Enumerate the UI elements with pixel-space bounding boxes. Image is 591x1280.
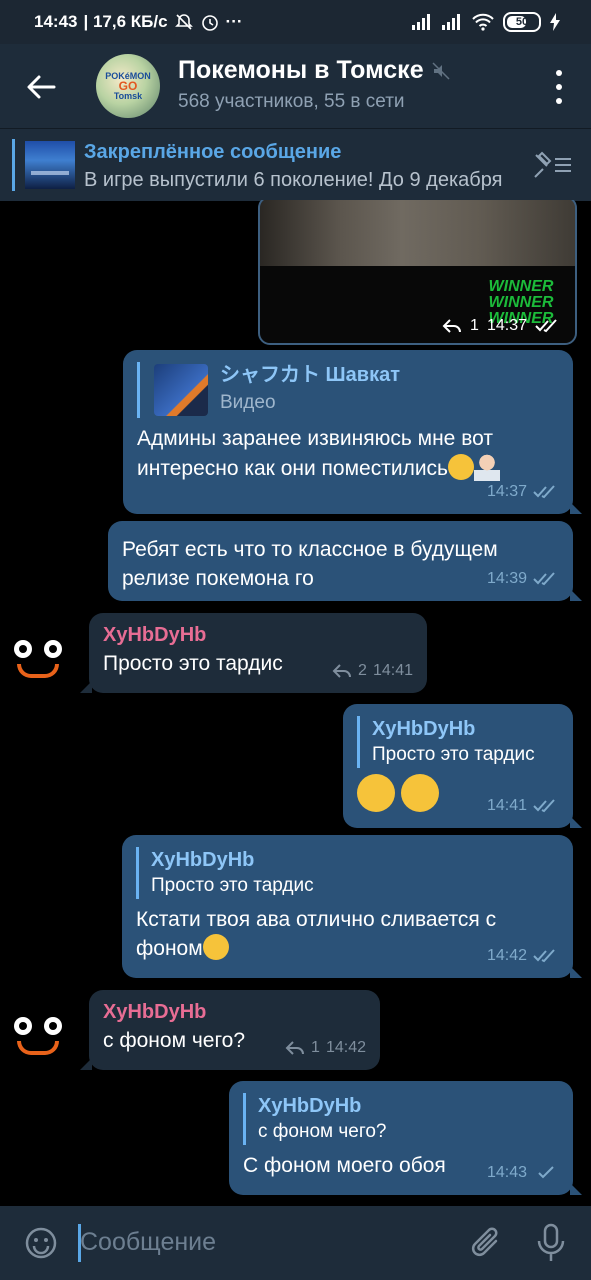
wifi-icon <box>472 13 494 31</box>
reply-preview[interactable]: シャフカト Шавкат Видео <box>137 362 559 418</box>
reply-icon <box>442 319 462 333</box>
group-avatar[interactable]: POKéMON GO Tomsk <box>96 54 160 118</box>
chat-title-row[interactable]: Покемоны в Томске <box>178 56 450 85</box>
avatar-text-city: Tomsk <box>113 91 143 101</box>
video-meta: 1 14:37 <box>442 317 561 335</box>
message-meta: 14:37 <box>487 477 559 506</box>
back-arrow-icon[interactable] <box>24 70 58 104</box>
reply-text: Просто это тардис <box>372 744 535 765</box>
grinning-emoji <box>400 774 439 812</box>
double-check-icon <box>535 319 557 333</box>
attach-icon[interactable] <box>469 1224 505 1262</box>
message-text: Админы заранее извиняюсь мне вот интерес… <box>137 427 493 480</box>
more-notifications-icon: ··· <box>225 12 243 31</box>
pinned-list-icon[interactable] <box>533 151 573 179</box>
reply-preview[interactable]: XyHbDyHb с фоном чего? <box>243 1093 559 1145</box>
message-time: 14:42 <box>486 947 527 964</box>
double-check-icon <box>533 571 555 585</box>
pinned-title: Закреплённое сообщение <box>84 141 342 163</box>
chat-header: POKéMON GO Tomsk Покемоны в Томске 568 у… <box>0 44 591 128</box>
alarm-icon <box>201 15 218 31</box>
message-input[interactable]: Сообщение <box>80 1228 216 1257</box>
outgoing-message[interactable]: XyHbDyHb Просто это тардис Кстати твоя а… <box>122 835 582 978</box>
signal-icon <box>412 14 430 30</box>
reply-preview[interactable]: XyHbDyHb Просто это тардис <box>357 716 559 768</box>
message-time: 14:37 <box>486 317 527 334</box>
message-meta: 14:41 <box>487 791 559 820</box>
reply-author: シャフカト Шавкат <box>220 364 400 386</box>
pinned-accent-bar <box>12 139 15 191</box>
single-check-icon <box>538 1165 554 1178</box>
video-message[interactable]: WINNER WINNER WINNER 1 14:37 <box>258 200 577 345</box>
reply-author: XyHbDyHb <box>151 849 255 871</box>
chat-title[interactable]: Покемоны в Томске <box>178 56 424 85</box>
message-input-bar: Сообщение <box>0 1206 591 1280</box>
pinned-message-bar[interactable]: Закреплённое сообщение В игре выпустили … <box>0 128 591 201</box>
reply-icon <box>285 1040 305 1055</box>
reply-icon <box>332 663 352 678</box>
winner-line: WINNER <box>488 278 554 295</box>
double-check-icon <box>533 798 555 812</box>
outgoing-message[interactable]: XyHbDyHb Просто это тардис 14:41 <box>343 704 582 828</box>
message-time: 14:39 <box>486 570 527 587</box>
message-text-wrap: Админы заранее извиняюсь мне вот интерес… <box>137 424 557 483</box>
message-meta: 1 14:42 <box>285 1033 366 1062</box>
message-time: 14:41 <box>486 797 527 814</box>
avatar-text-go: GO <box>118 79 138 93</box>
reply-thumbnail <box>154 364 208 416</box>
reply-text: Видео <box>220 392 276 413</box>
message-time: 14:41 <box>372 662 413 679</box>
sender-name[interactable]: XyHbDyHb <box>103 998 366 1026</box>
message-meta: 14:43 <box>487 1158 559 1187</box>
message-list[interactable]: WINNER WINNER WINNER 1 14:37 シャフカト Шавка… <box>0 200 591 1206</box>
user-avatar[interactable] <box>6 628 70 692</box>
incoming-message[interactable]: XyHbDyHb Просто это тардис 2 14:41 <box>80 613 427 693</box>
emoji-picker-icon[interactable] <box>24 1226 58 1260</box>
message-time: 14:42 <box>325 1039 366 1056</box>
reply-preview[interactable]: XyHbDyHb Просто это тардис <box>136 847 559 899</box>
outgoing-message[interactable]: Ребят есть что то классное в будущем рел… <box>108 521 582 601</box>
status-time: 14:43 <box>34 12 78 31</box>
reply-author: XyHbDyHb <box>372 718 476 740</box>
joy-emoji <box>202 934 229 960</box>
muted-icon <box>432 61 450 80</box>
message-time: 14:37 <box>486 483 527 500</box>
bell-off-icon <box>174 14 193 30</box>
double-check-icon <box>533 484 555 498</box>
pinned-thumbnail <box>25 141 75 189</box>
message-meta: 2 14:41 <box>332 656 413 685</box>
message-meta: 14:42 <box>487 941 559 970</box>
signal-icon-2 <box>442 14 460 30</box>
reply-count: 1 <box>311 1039 320 1056</box>
reply-text: с фоном чего? <box>258 1121 387 1142</box>
chat-subtitle: 568 участников, 55 в сети <box>178 91 405 112</box>
message-meta: 14:39 <box>487 564 559 593</box>
message-text: Кстати твоя ава отлично сливается с фоно… <box>136 908 497 960</box>
reply-text: Просто это тардис <box>151 875 314 896</box>
more-options-icon[interactable] <box>553 70 565 104</box>
message-time: 14:43 <box>486 1164 527 1181</box>
reply-author: XyHbDyHb <box>258 1095 362 1117</box>
status-right: 50 <box>411 12 561 32</box>
charging-icon <box>550 13 560 31</box>
sender-name[interactable]: XyHbDyHb <box>103 621 413 649</box>
video-frame <box>260 200 575 266</box>
reply-count: 1 <box>470 317 479 334</box>
battery-icon: 50 <box>503 12 541 32</box>
status-left: 14:43 | 17,6 КБ/с ··· <box>34 12 243 32</box>
microphone-icon[interactable] <box>535 1222 567 1264</box>
reply-count: 2 <box>358 662 367 679</box>
status-net-speed: | 17,6 КБ/с <box>83 12 168 31</box>
status-bar: 14:43 | 17,6 КБ/с ··· 50 <box>0 0 591 44</box>
battery-level: 50 <box>515 16 529 28</box>
incoming-message[interactable]: XyHbDyHb с фоном чего? 1 14:42 <box>80 990 380 1070</box>
pinned-text: В игре выпустили 6 поколение! До 9 декаб… <box>84 169 503 191</box>
outgoing-message[interactable]: シャフカト Шавкат Видео Админы заранее извиня… <box>123 350 582 514</box>
double-check-icon <box>533 948 555 962</box>
sweat-smile-emoji <box>448 454 474 480</box>
sweat-smile-emoji <box>357 774 395 812</box>
outgoing-message[interactable]: XyHbDyHb с фоном чего? С фоном моего обо… <box>229 1081 582 1195</box>
winner-line: WINNER <box>488 294 554 311</box>
user-avatar[interactable] <box>6 1005 70 1069</box>
